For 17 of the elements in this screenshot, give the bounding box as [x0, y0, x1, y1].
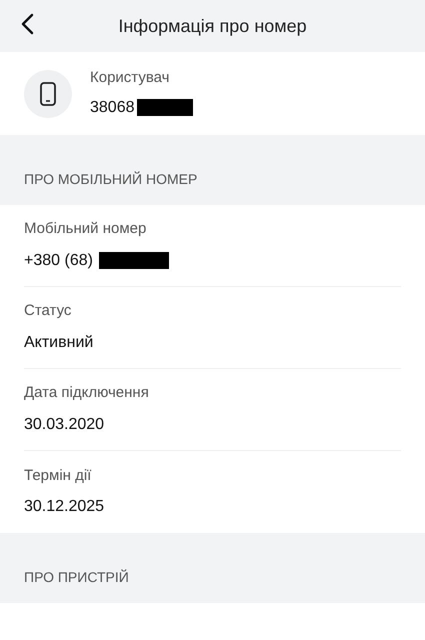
field-value: Активний — [24, 332, 94, 353]
field-value: +380 (68) — [24, 250, 93, 271]
field-value: 30.12.2025 — [24, 497, 104, 518]
user-label: Користувач — [90, 68, 170, 88]
field-label: Термін дії — [24, 466, 92, 486]
field-label: Дата підключення — [24, 383, 150, 404]
field-value: 30.03.2020 — [24, 414, 104, 435]
field-label: Мобільний номер — [24, 219, 148, 240]
redaction-bar — [136, 99, 192, 116]
redaction-bar — [98, 252, 169, 270]
user-number: 38068 — [90, 98, 134, 118]
section-title: ПРО ПРИСТРІЙ — [24, 568, 129, 587]
section-title: ПРО МОБІЛЬНИЙ НОМЕР — [24, 170, 198, 189]
phone-icon — [40, 82, 56, 106]
back-icon — [20, 13, 34, 35]
page-title: Інформація про номер — [118, 14, 307, 38]
field-label: Статус — [24, 301, 72, 322]
